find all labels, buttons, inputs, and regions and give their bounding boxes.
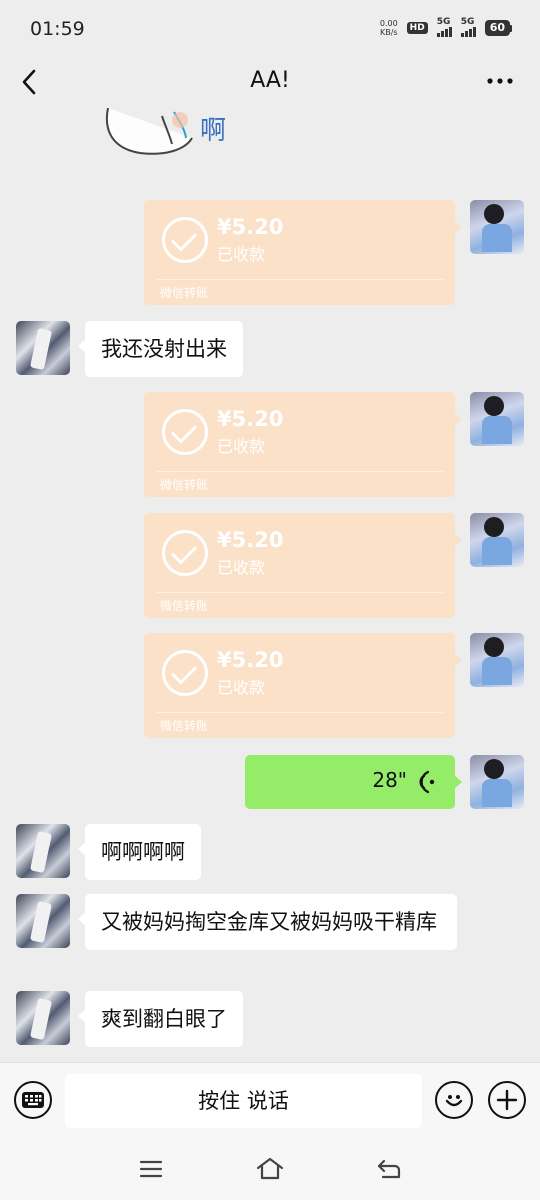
transfer-status: 已收款: [217, 245, 266, 264]
battery-icon: 60: [484, 20, 512, 36]
home-button[interactable]: [255, 1154, 285, 1184]
incoming-message[interactable]: 啊啊啊啊: [78, 824, 201, 880]
transfer-brand: 微信转账: [160, 599, 209, 613]
transfer-status: 已收款: [217, 678, 266, 697]
transfer-amount: ¥5.20: [217, 528, 284, 552]
plus-icon: [496, 1089, 518, 1111]
chat-header: AA!: [0, 56, 540, 108]
transfer-amount: ¥5.20: [217, 215, 284, 239]
avatar[interactable]: [470, 392, 524, 446]
avatar[interactable]: [470, 755, 524, 809]
sticker-message[interactable]: 啊: [100, 108, 260, 158]
hd-badge: HD: [406, 22, 428, 34]
status-time: 01:59: [30, 18, 85, 40]
avatar[interactable]: [470, 513, 524, 567]
battery-level: 60: [484, 20, 510, 36]
incoming-message[interactable]: 爽到翻白眼了: [78, 991, 243, 1047]
avatar[interactable]: [16, 321, 70, 375]
avatar[interactable]: [470, 633, 524, 687]
avatar[interactable]: [16, 824, 70, 878]
keyboard-button[interactable]: [14, 1081, 52, 1119]
message-list[interactable]: 啊 ¥5.20 已收款 微信转账 我还没射出来 ¥5.20 已收款 微信转账 ¥…: [0, 108, 540, 1060]
more-button[interactable]: [482, 66, 518, 96]
transfer-card[interactable]: ¥5.20 已收款 微信转账: [144, 200, 462, 305]
transfer-card[interactable]: ¥5.20 已收款 微信转账: [144, 513, 462, 618]
avatar[interactable]: [16, 991, 70, 1045]
home-icon: [256, 1157, 284, 1180]
signal-icon: 5G: [436, 17, 452, 37]
transfer-brand: 微信转账: [160, 478, 209, 492]
status-bar: 01:59 0.00 KB/s HD 5G 5G 60: [0, 0, 540, 56]
recent-apps-button[interactable]: [136, 1154, 166, 1184]
sticker-image: [105, 108, 193, 155]
emoji-icon: [445, 1095, 463, 1107]
transfer-card[interactable]: ¥5.20 已收款 微信转账: [144, 633, 462, 738]
transfer-amount: ¥5.20: [217, 407, 284, 431]
emoji-button[interactable]: [435, 1081, 473, 1119]
avatar[interactable]: [470, 200, 524, 254]
check-circle-icon: [162, 409, 208, 455]
hold-to-talk-button[interactable]: 按住 说话: [65, 1074, 422, 1128]
transfer-status: 已收款: [217, 437, 266, 456]
keyboard-icon: [22, 1092, 44, 1108]
voice-duration: 28": [372, 768, 407, 792]
check-circle-icon: [162, 217, 208, 263]
transfer-brand: 微信转账: [160, 719, 209, 733]
back-icon: [377, 1159, 401, 1179]
menu-icon: [139, 1160, 163, 1178]
transfer-status: 已收款: [217, 558, 266, 577]
signal-icon: 5G: [460, 17, 476, 37]
system-navigation-bar: [0, 1142, 540, 1200]
system-back-button[interactable]: [374, 1154, 404, 1184]
more-dots-icon: [487, 78, 513, 84]
voice-message[interactable]: 28": [245, 755, 462, 809]
transfer-card[interactable]: ¥5.20 已收款 微信转账: [144, 392, 462, 497]
check-circle-icon: [162, 530, 208, 576]
input-bar: 按住 说话: [0, 1062, 540, 1142]
check-circle-icon: [162, 650, 208, 696]
incoming-message[interactable]: 又被妈妈掏空金库又被妈妈吸干精库: [78, 894, 457, 950]
plus-button[interactable]: [488, 1081, 526, 1119]
network-speed: 0.00 KB/s: [379, 19, 398, 37]
transfer-amount: ¥5.20: [217, 648, 284, 672]
sticker-text: 啊: [200, 116, 227, 146]
chat-title: AA!: [250, 68, 290, 93]
status-icons: 0.00 KB/s HD 5G 5G 60: [379, 17, 512, 37]
avatar[interactable]: [16, 894, 70, 948]
incoming-message[interactable]: 我还没射出来: [78, 321, 243, 377]
transfer-brand: 微信转账: [160, 286, 209, 300]
voice-wave-icon: [419, 770, 435, 794]
